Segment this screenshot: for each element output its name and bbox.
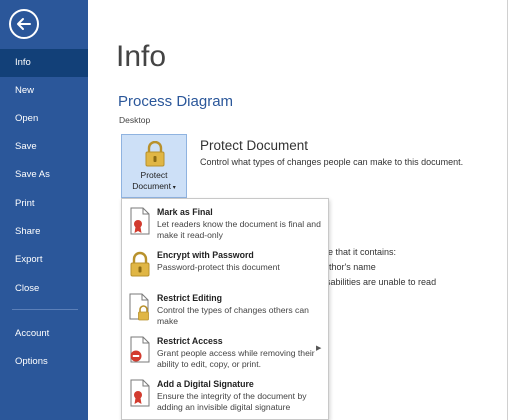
nav-account[interactable]: Account	[0, 320, 88, 348]
inspect-text-line2: uthor's name	[324, 262, 376, 272]
document-title: Process Diagram	[118, 93, 234, 110]
nav-open[interactable]: Open	[0, 105, 88, 133]
inspect-text-line1: are that it contains:	[320, 247, 397, 257]
nav-new[interactable]: New	[0, 77, 88, 105]
protect-button-label-line2: Document	[132, 181, 172, 191]
mark-final-icon	[130, 207, 150, 235]
page-title: Info	[116, 40, 167, 73]
menu-item-description: Let readers know the document is final a…	[157, 219, 321, 240]
menu-item-encrypt-with-password[interactable]: Encrypt with Password Password-protect t…	[122, 244, 328, 287]
protect-document-menu: Mark as Final Let readers know the docum…	[121, 198, 329, 420]
menu-item-restrict-editing[interactable]: Restrict Editing Control the types of ch…	[122, 287, 328, 330]
menu-item-description: Ensure the integrity of the document by …	[157, 391, 307, 412]
menu-item-title: Add a Digital Signature	[157, 379, 254, 389]
menu-item-description: Password-protect this document	[157, 262, 280, 272]
chevron-down-icon: ▾	[171, 185, 176, 191]
menu-item-restrict-access[interactable]: Restrict Access Grant people access whil…	[122, 330, 328, 373]
protect-description: Control what types of changes people can…	[200, 157, 464, 167]
inspect-text-line3: isabilities are unable to read	[324, 277, 437, 287]
submenu-arrow-icon: ▶	[316, 345, 322, 352]
nav-export[interactable]: Export	[0, 246, 88, 274]
document-location: Desktop	[119, 115, 151, 125]
protect-button-label-line1: Protect	[140, 170, 168, 180]
menu-item-title: Encrypt with Password	[157, 250, 254, 260]
nav-info[interactable]: Info	[0, 49, 88, 77]
nav-share[interactable]: Share	[0, 218, 88, 246]
menu-item-title: Restrict Access	[157, 336, 223, 346]
nav-save-as[interactable]: Save As	[0, 161, 88, 189]
nav-print[interactable]: Print	[0, 190, 88, 218]
nav-close[interactable]: Close	[0, 275, 88, 303]
menu-item-add-digital-signature[interactable]: Add a Digital Signature Ensure the integ…	[122, 373, 328, 416]
menu-item-description: Control the types of changes others can …	[157, 305, 309, 326]
nav-divider	[12, 309, 78, 310]
nav-save[interactable]: Save	[0, 133, 88, 161]
padlock-icon	[145, 141, 165, 167]
restrict-access-icon	[130, 336, 150, 363]
back-button[interactable]	[9, 9, 39, 39]
padlock-icon	[130, 251, 150, 277]
backstage-sidebar: Info New Open Save Save As Print Share E…	[0, 0, 88, 420]
nav-options[interactable]: Options	[0, 348, 88, 376]
protect-heading: Protect Document	[200, 138, 309, 153]
back-arrow-icon	[17, 18, 31, 30]
restrict-editing-icon	[129, 293, 149, 321]
menu-item-title: Restrict Editing	[157, 293, 223, 303]
menu-item-mark-as-final[interactable]: Mark as Final Let readers know the docum…	[122, 201, 328, 244]
protect-document-button[interactable]: Protect Document ▾	[121, 134, 187, 198]
protect-button-label: Protect Document ▾	[122, 170, 186, 194]
menu-item-description: Grant people access while removing their…	[157, 348, 315, 369]
menu-item-title: Mark as Final	[157, 207, 213, 217]
digital-signature-icon	[130, 379, 150, 407]
